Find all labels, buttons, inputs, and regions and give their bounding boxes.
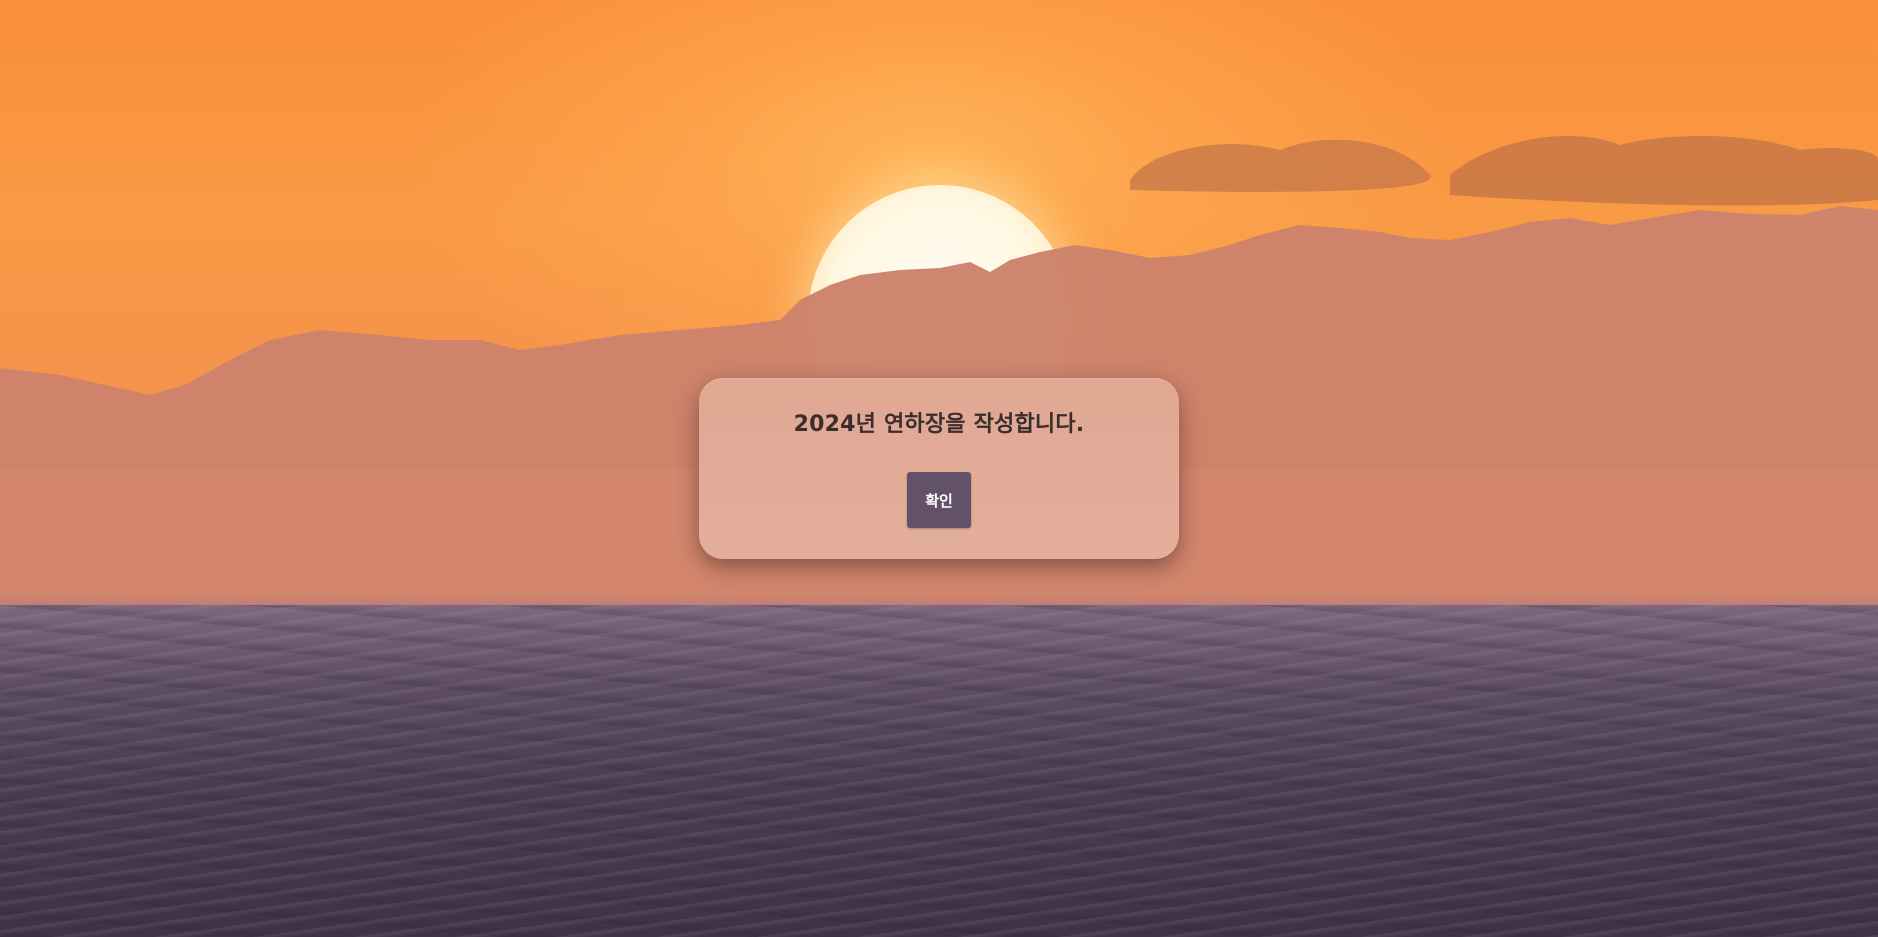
page-background: 2024년 연하장을 작성합니다. 확인 <box>0 0 1878 937</box>
upper-cloud <box>1130 139 1431 192</box>
ocean-waves <box>0 605 1878 937</box>
upper-cloud-right <box>1450 135 1878 206</box>
confirm-button[interactable]: 확인 <box>907 472 971 528</box>
dialog-message: 2024년 연하장을 작성합니다. <box>793 412 1085 437</box>
greeting-card-dialog: 2024년 연하장을 작성합니다. 확인 <box>699 378 1179 559</box>
